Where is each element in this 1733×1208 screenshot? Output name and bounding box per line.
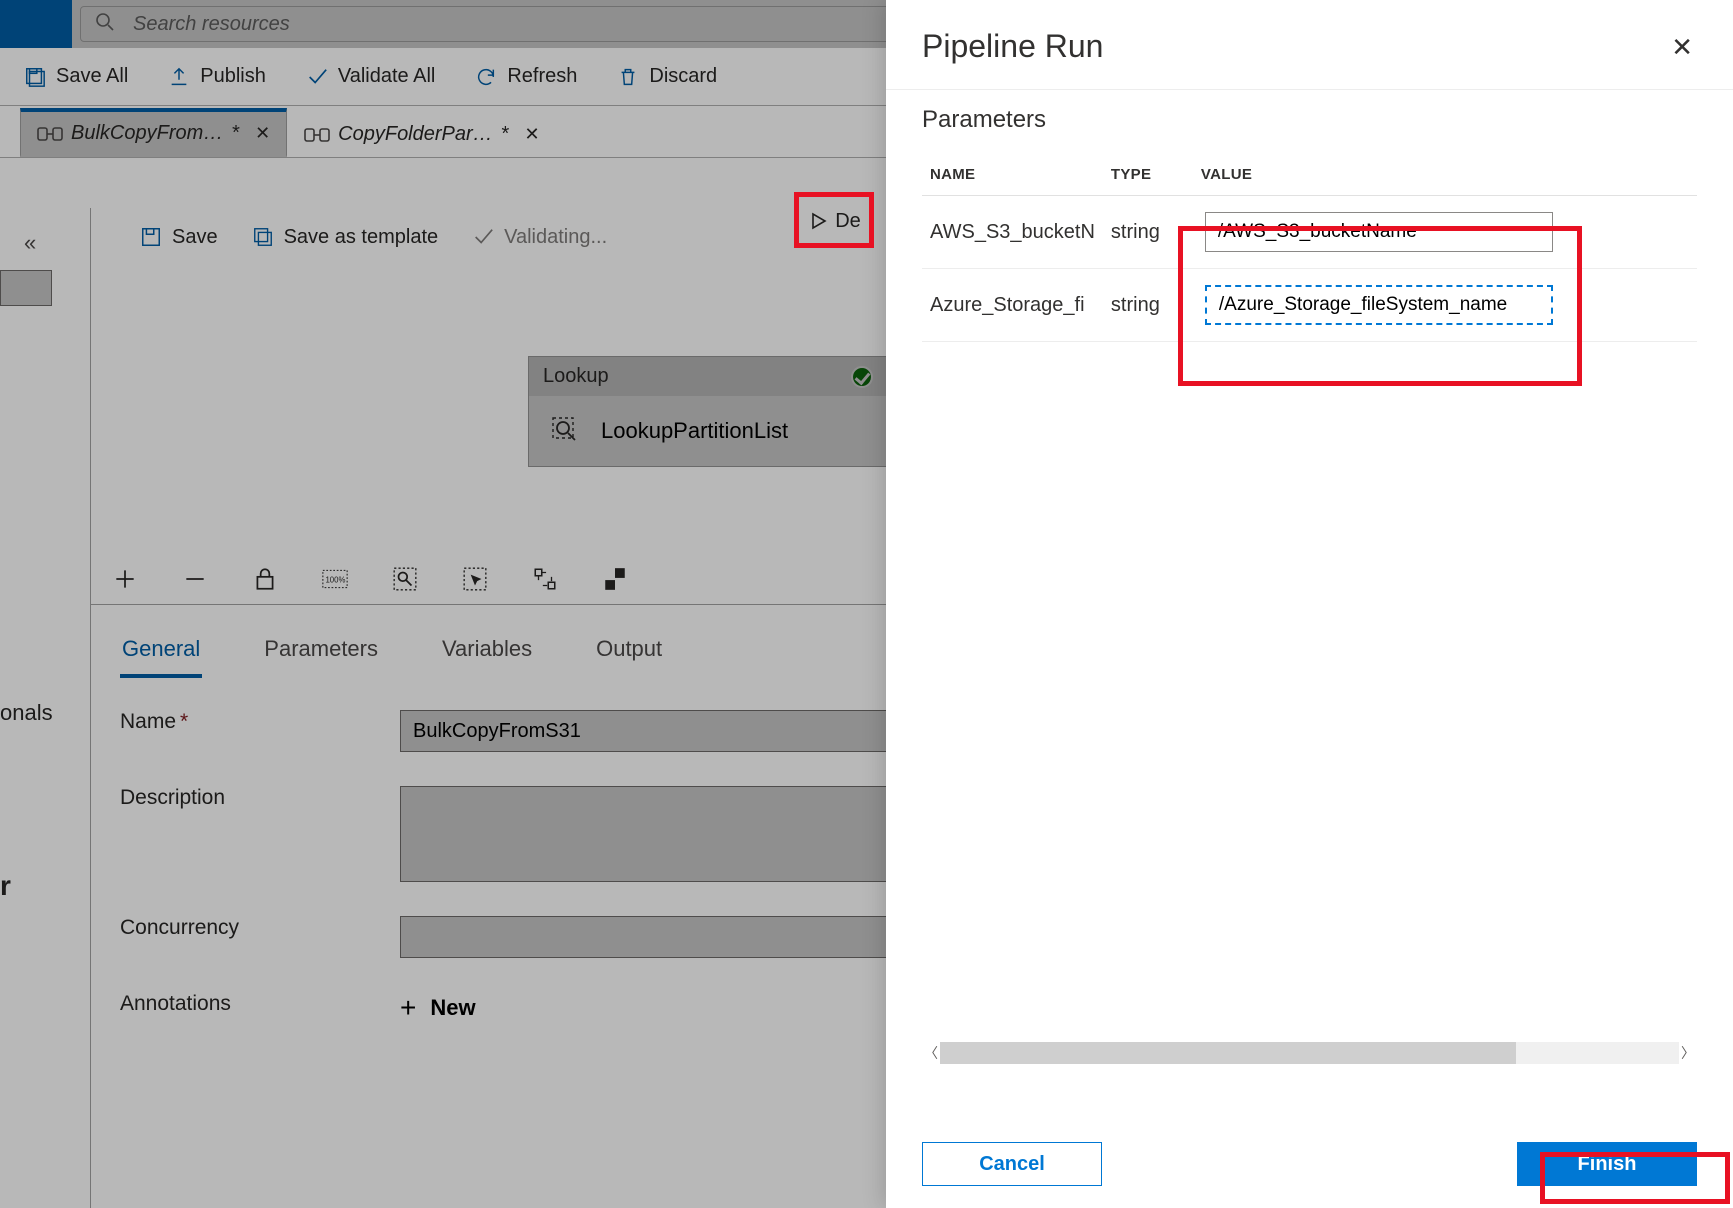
pipeline-run-panel: Pipeline Run ✕ Parameters NAME TYPE VALU… bbox=[886, 0, 1733, 1208]
panel-body: Parameters NAME TYPE VALUE AWS_S3_bucket… bbox=[886, 90, 1733, 1208]
scroll-thumb[interactable] bbox=[940, 1042, 1516, 1064]
param-value-input[interactable] bbox=[1205, 285, 1553, 325]
table-row: Azure_Storage_fi string bbox=[922, 269, 1697, 342]
col-type: TYPE bbox=[1103, 154, 1193, 196]
col-name: NAME bbox=[922, 154, 1103, 196]
cancel-button[interactable]: Cancel bbox=[922, 1142, 1102, 1186]
finish-button[interactable]: Finish bbox=[1517, 1142, 1697, 1186]
table-row: AWS_S3_bucketN string bbox=[922, 196, 1697, 269]
param-type: string bbox=[1103, 269, 1193, 342]
col-value: VALUE bbox=[1193, 154, 1697, 196]
scroll-right-icon[interactable]: 〉 bbox=[1679, 1042, 1697, 1064]
param-type: string bbox=[1103, 196, 1193, 269]
param-value-input[interactable] bbox=[1205, 212, 1553, 252]
parameters-heading: Parameters bbox=[922, 106, 1697, 134]
panel-header: Pipeline Run ✕ bbox=[886, 0, 1733, 90]
panel-title: Pipeline Run bbox=[922, 28, 1103, 65]
horizontal-scrollbar[interactable]: 〈 〉 bbox=[922, 1042, 1697, 1064]
parameters-table: NAME TYPE VALUE AWS_S3_bucketN string Az… bbox=[922, 154, 1697, 342]
panel-footer: Cancel Finish bbox=[886, 1142, 1733, 1186]
scroll-track[interactable] bbox=[940, 1042, 1679, 1064]
param-name: AWS_S3_bucketN bbox=[922, 196, 1103, 269]
scroll-left-icon[interactable]: 〈 bbox=[922, 1042, 940, 1064]
close-icon[interactable]: ✕ bbox=[1667, 28, 1697, 67]
param-name: Azure_Storage_fi bbox=[922, 269, 1103, 342]
